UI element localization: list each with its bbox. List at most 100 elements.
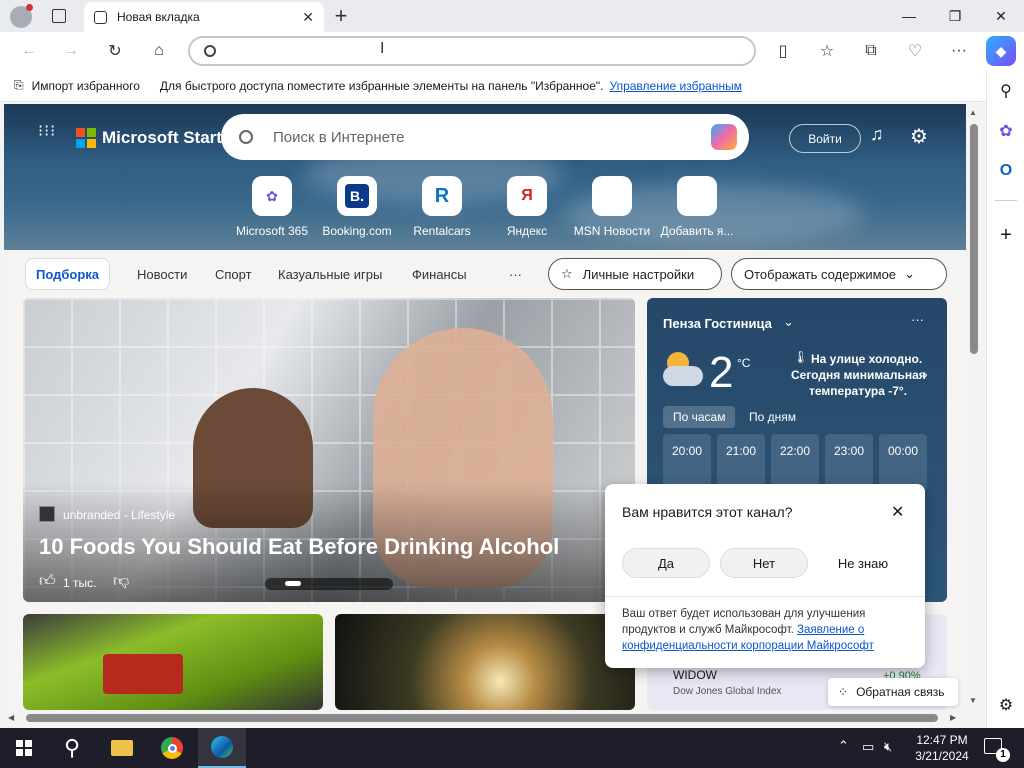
booking-icon: B.	[337, 176, 377, 216]
scroll-left-arrow-icon[interactable]: ◀	[8, 713, 14, 722]
microsoft365-icon: ✿	[252, 176, 292, 216]
quick-link-label: MSN Новости	[573, 224, 651, 238]
profile-icon[interactable]	[10, 4, 33, 28]
like-icon[interactable]: 👍︎	[39, 572, 56, 591]
chevron-down-icon[interactable]: ⌄	[783, 314, 794, 330]
weather-note-3: температура -7°.	[809, 384, 908, 398]
story-source[interactable]: unbranded - Lifestyle	[63, 508, 175, 522]
display-content-dropdown[interactable]: Отображать содержимое ⌄	[731, 258, 947, 290]
quick-link-booking[interactable]: B. Booking.com	[312, 176, 402, 238]
dont-know-button[interactable]: Не знаю	[818, 548, 908, 578]
manage-favorites-link[interactable]: Управление избранным	[610, 79, 742, 93]
network-icon[interactable]: ▭	[862, 739, 874, 755]
hour-cell: 23:00	[825, 434, 873, 490]
address-bar[interactable]: I	[188, 36, 756, 66]
personalize-button[interactable]: ☆ Личные настройки	[548, 258, 722, 290]
favorites-star-icon[interactable]: ☆	[812, 36, 842, 66]
add-site-icon: +	[677, 176, 717, 216]
quick-link-yandex[interactable]: Я Яндекс	[482, 176, 572, 238]
restore-button[interactable]: ❐	[932, 0, 978, 32]
weather-location[interactable]: Пенза Гостиница	[663, 316, 772, 331]
vertical-scroll-thumb[interactable]	[970, 124, 978, 354]
quick-link-add[interactable]: + Добавить я...	[652, 176, 742, 238]
story-headline[interactable]: 10 Foods You Should Eat Before Drinking …	[39, 534, 629, 560]
sidebar-settings-icon[interactable]: ⚙	[987, 690, 1024, 720]
back-button[interactable]: ←	[14, 36, 44, 66]
personalize-label: Личные настройки	[582, 266, 695, 282]
signin-button[interactable]: Войти	[789, 124, 861, 153]
horizontal-scroll-thumb[interactable]	[26, 714, 938, 722]
tab-top-stories[interactable]: Подборка	[25, 258, 111, 290]
collections-icon[interactable]: ⧉	[856, 36, 886, 66]
weather-unit: °C	[737, 356, 751, 370]
split-screen-icon[interactable]: ▯	[768, 36, 798, 66]
chevron-down-icon: ⌄	[904, 266, 915, 281]
tab-hourly[interactable]: По часам	[663, 406, 736, 428]
import-favorites-button[interactable]: Импорт избранного	[32, 79, 140, 93]
quick-link-microsoft365[interactable]: ✿ Microsoft 365	[227, 176, 317, 238]
brand-title[interactable]: Microsoft Start	[102, 128, 222, 148]
tab-new-tab[interactable]: Новая вкладка ✕	[84, 2, 324, 32]
scroll-up-arrow-icon[interactable]: ▲	[969, 108, 977, 117]
close-window-button[interactable]: ✕	[978, 0, 1024, 32]
story-card-car[interactable]	[23, 614, 323, 710]
quick-link-label: Microsoft 365	[235, 224, 309, 238]
tab-sport[interactable]: Спорт	[215, 258, 252, 290]
chevron-right-icon[interactable]: ›	[923, 366, 928, 382]
copilot-icon[interactable]: ◆	[986, 36, 1016, 66]
dislike-icon[interactable]: 👎︎	[113, 572, 129, 591]
sidebar-add-icon[interactable]: +	[987, 220, 1024, 250]
popup-question: Вам нравится этот канал?	[622, 504, 793, 520]
tab-news[interactable]: Новости	[137, 258, 187, 290]
show-hidden-icons[interactable]: ⌃	[838, 738, 849, 754]
forward-button[interactable]: →	[56, 36, 86, 66]
home-button[interactable]: ⌂	[144, 36, 174, 66]
web-search-box[interactable]: Поиск в Интернете	[221, 114, 749, 160]
refresh-button[interactable]: ↻	[100, 36, 130, 66]
like-count: 1 тыс.	[63, 576, 97, 590]
yes-button[interactable]: Да	[622, 548, 710, 578]
more-menu-icon[interactable]: ···	[944, 36, 974, 66]
tab-finance[interactable]: Финансы	[412, 258, 467, 290]
sidebar-divider	[995, 200, 1017, 201]
sidebar-copilot-icon[interactable]: ✿	[987, 116, 1024, 146]
vertical-scrollbar[interactable]: ▲ ▼	[966, 104, 982, 710]
tab-casual-games[interactable]: Казуальные игры	[278, 258, 382, 290]
carousel-indicator[interactable]	[265, 578, 393, 590]
close-icon[interactable]: ✕	[891, 502, 904, 522]
tab-actions-icon[interactable]	[52, 9, 66, 23]
more-tabs-button[interactable]: ···	[509, 258, 522, 290]
feedback-button[interactable]: ⁘ Обратная связь	[828, 678, 958, 706]
horizontal-scrollbar[interactable]: ◀ ▶	[4, 710, 966, 726]
notifications-bell-icon[interactable]: ♫	[870, 124, 884, 145]
new-tab-button[interactable]: +	[330, 3, 352, 29]
minimize-button[interactable]: —	[886, 0, 932, 32]
main-story-card[interactable]: unbranded - Lifestyle 10 Foods You Shoul…	[23, 298, 635, 602]
sidebar-outlook-icon[interactable]: O	[987, 156, 1024, 186]
taskbar-search-icon[interactable]: ⚲	[48, 728, 96, 768]
tab-daily[interactable]: По дням	[739, 406, 806, 428]
file-explorer-icon[interactable]	[98, 728, 146, 768]
quick-link-rentalcars[interactable]: R Rentalcars	[397, 176, 487, 238]
scroll-right-arrow-icon[interactable]: ▶	[950, 713, 956, 722]
volume-muted-icon[interactable]: 🔇︎	[884, 739, 892, 755]
weather-more-icon[interactable]: ···	[911, 312, 924, 327]
stock-name: Dow Jones Global Index	[673, 686, 782, 697]
tab-close-icon[interactable]: ✕	[302, 9, 314, 26]
clock[interactable]: 12:47 PM 3/21/2024	[912, 732, 972, 764]
edge-icon[interactable]	[198, 728, 246, 768]
no-button[interactable]: Нет	[720, 548, 808, 578]
app-launcher-icon[interactable]: ⁝⁝⁝	[38, 124, 56, 140]
story-card-explosion[interactable]	[335, 614, 635, 710]
sidebar-search-icon[interactable]: ⚲	[987, 76, 1024, 106]
scroll-down-arrow-icon[interactable]: ▼	[969, 696, 977, 705]
chrome-icon[interactable]	[148, 728, 196, 768]
title-bar: Новая вкладка ✕ + — ❐ ✕	[0, 0, 1024, 32]
personalize-icon: ☆	[561, 266, 573, 281]
quick-link-msn-news[interactable]: ▤ MSN Новости	[567, 176, 657, 238]
copilot-search-icon[interactable]	[711, 124, 737, 150]
performance-icon[interactable]: ♡	[900, 36, 930, 66]
start-button[interactable]	[0, 728, 48, 768]
page-settings-icon[interactable]: ⚙	[910, 124, 928, 149]
source-logo	[39, 506, 55, 522]
